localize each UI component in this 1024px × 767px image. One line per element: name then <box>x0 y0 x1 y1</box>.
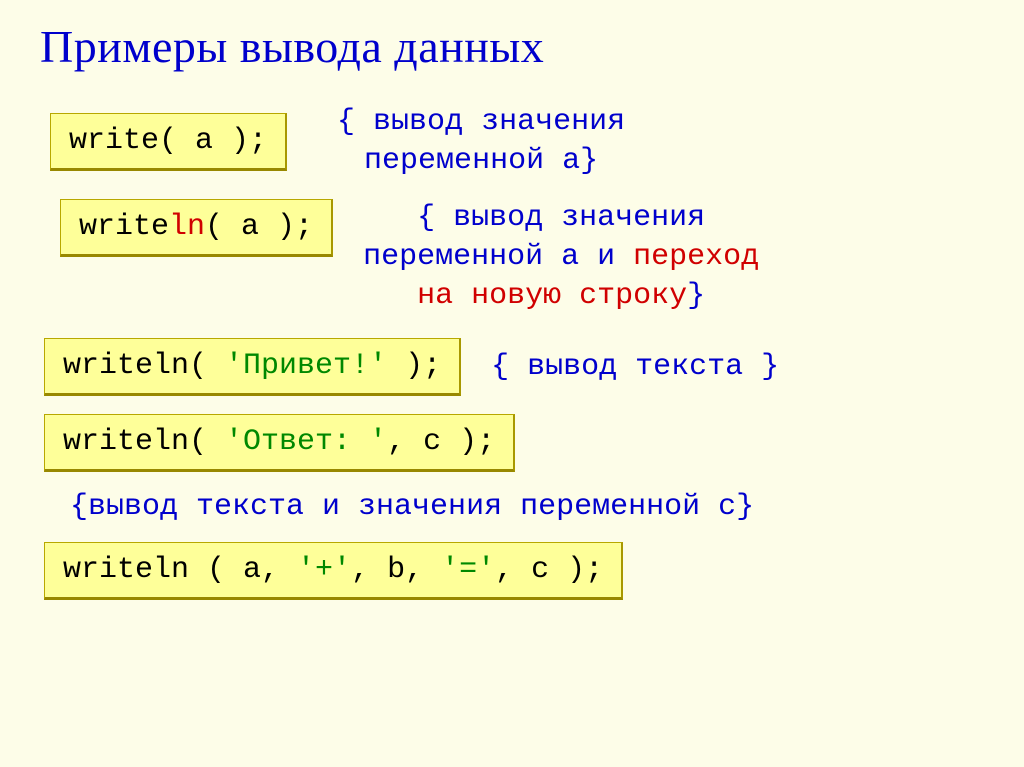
example-row-4: writeln( 'Ответ: ', c ); <box>40 414 984 472</box>
code-box-write: write( a ); <box>50 113 287 171</box>
slide-title: Примеры вывода данных <box>40 20 984 73</box>
comment-2: { вывод значения переменной a и переход … <box>363 199 759 316</box>
example-row-2: writeln( a ); { вывод значения переменно… <box>40 199 984 316</box>
comment-3: { вывод текста } <box>491 348 779 387</box>
comment-1: { вывод значения переменной a} <box>337 103 625 181</box>
code-box-writeln-answer: writeln( 'Ответ: ', c ); <box>44 414 515 472</box>
comment-4: {вывод текста и значения переменной c} <box>70 490 984 524</box>
example-row-1: write( a ); { вывод значения переменной … <box>40 103 984 181</box>
code-box-writeln-text: writeln( 'Привет!' ); <box>44 338 461 396</box>
example-row-3: writeln( 'Привет!' ); { вывод текста } <box>40 338 984 396</box>
code-box-writeln-abc: writeln ( a, '+', b, '=', c ); <box>44 542 623 600</box>
code-box-writeln: writeln( a ); <box>60 199 333 257</box>
example-row-5: writeln ( a, '+', b, '=', c ); <box>40 542 984 600</box>
